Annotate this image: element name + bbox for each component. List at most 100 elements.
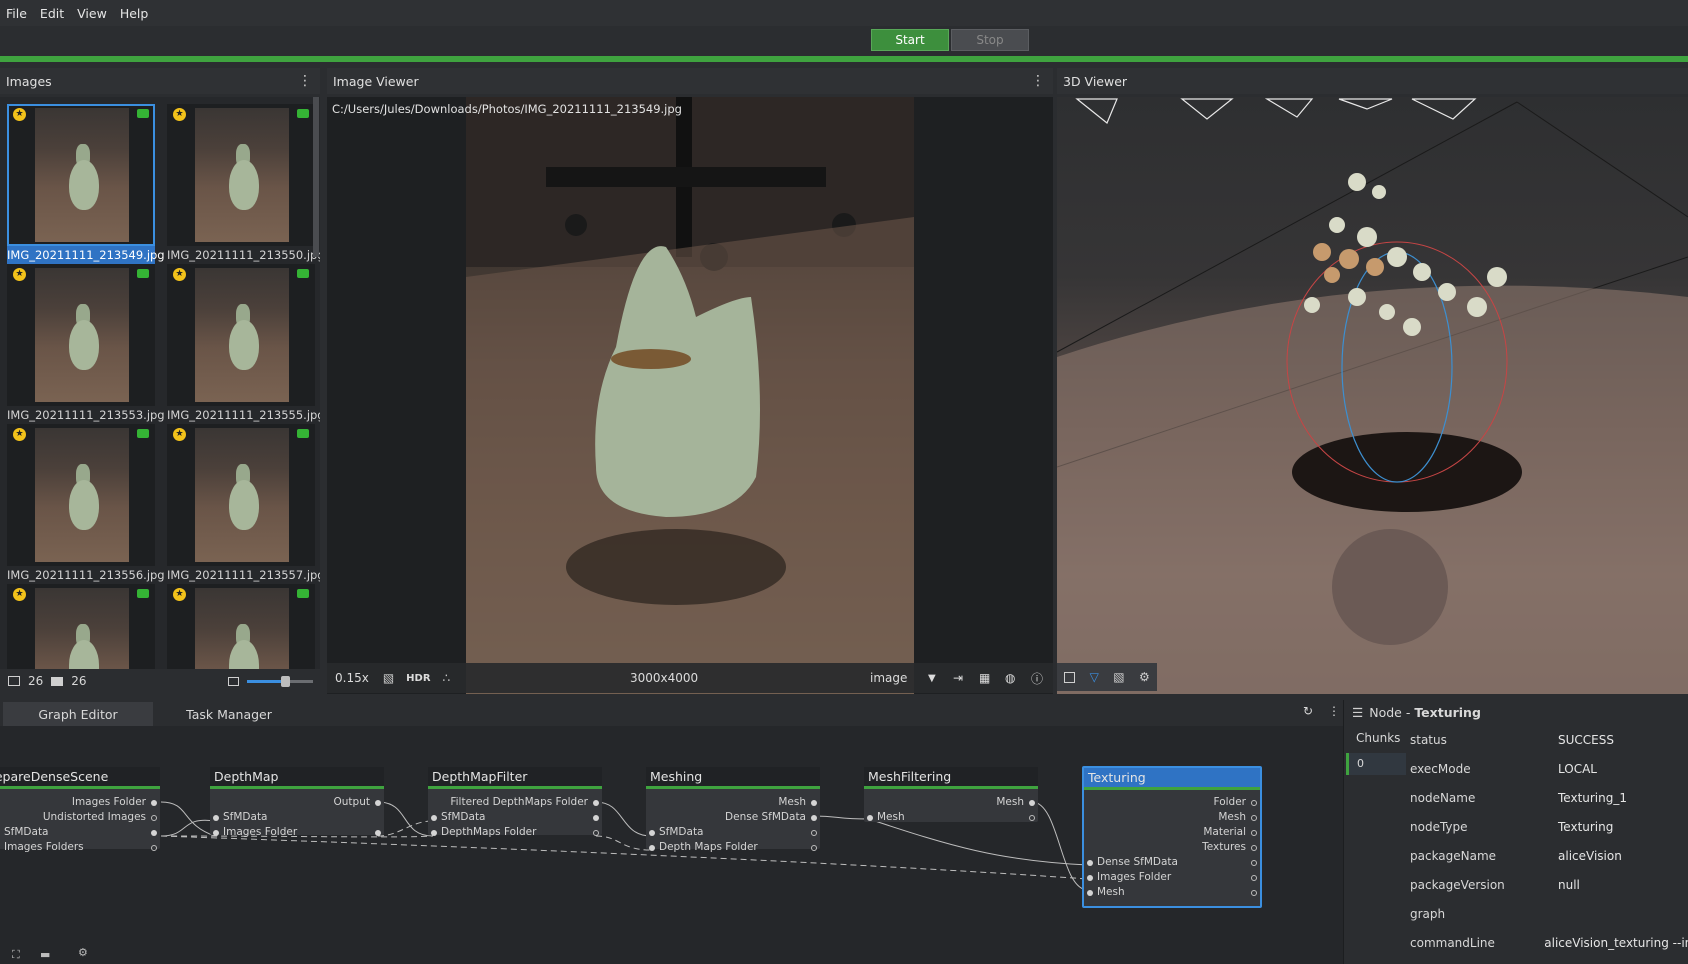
image-viewer[interactable]: C:/Users/Jules/Downloads/Photos/IMG_2021… bbox=[327, 97, 1053, 694]
output-port[interactable] bbox=[593, 815, 599, 821]
image-mode-select[interactable]: image bbox=[870, 671, 907, 685]
bounding-box-icon[interactable] bbox=[1064, 671, 1076, 683]
settings-icon[interactable]: ⚙ bbox=[78, 946, 88, 959]
thumbnail-photo bbox=[195, 268, 289, 402]
viewer3d-toolbar: ▽ ▧ ⚙ bbox=[1057, 663, 1157, 691]
menu-help[interactable]: Help bbox=[120, 6, 149, 21]
hdr-toggle[interactable]: HDR bbox=[406, 673, 430, 684]
image-thumbnail[interactable]: ★ IMG_20211111_213555.jpg bbox=[167, 264, 320, 424]
input-port[interactable] bbox=[1087, 875, 1093, 881]
output-port[interactable] bbox=[151, 800, 157, 806]
input-port[interactable] bbox=[867, 815, 873, 821]
grid-icon[interactable]: ▧ bbox=[1113, 670, 1124, 684]
node-prepare-dense-scene[interactable]: repareDenseScene Images Folder Undistort… bbox=[0, 767, 160, 853]
node-depthmapfilter[interactable]: DepthMapFilter Filtered DepthMaps Folder… bbox=[428, 767, 602, 838]
output-port[interactable] bbox=[1251, 815, 1257, 821]
node-meshing[interactable]: Meshing Mesh Dense SfMData SfMData Depth… bbox=[646, 767, 820, 853]
more-options-icon[interactable]: ⋮ bbox=[1031, 73, 1045, 89]
input-port[interactable] bbox=[1087, 860, 1093, 866]
graph-editor[interactable]: repareDenseScene Images Folder Undistort… bbox=[0, 726, 1343, 964]
start-button[interactable]: Start bbox=[871, 29, 949, 51]
port-label: Images Folder bbox=[1097, 871, 1172, 883]
image-thumbnail[interactable]: ★ IMG_20211111_213557.jpg bbox=[167, 424, 320, 584]
image-viewer-footer: 0.15x ▧ HDR ∴ 3000x4000 image ▼ ⇥ ▦ ◍ ⓘ bbox=[327, 663, 1053, 693]
port-label: SfMData bbox=[4, 826, 49, 838]
output-port[interactable] bbox=[1029, 815, 1035, 821]
output-port[interactable] bbox=[593, 800, 599, 806]
menu-view[interactable]: View bbox=[77, 6, 107, 21]
port-label: Mesh bbox=[778, 796, 806, 808]
slider-handle[interactable] bbox=[281, 676, 290, 687]
images-scrollbar[interactable] bbox=[313, 97, 319, 257]
frustum-icon[interactable]: ▽ bbox=[1090, 670, 1099, 684]
thumbnail-size-slider[interactable] bbox=[247, 676, 313, 687]
input-port[interactable] bbox=[431, 815, 437, 821]
output-port[interactable] bbox=[1251, 845, 1257, 851]
attribute-value[interactable]: Texturing_1 bbox=[1538, 791, 1627, 805]
attribute-value[interactable]: Texturing bbox=[1538, 820, 1613, 834]
node-depthmap[interactable]: DepthMap Output SfMData Images Folder bbox=[210, 767, 384, 838]
more-options-icon[interactable]: ⋮ bbox=[1328, 704, 1340, 718]
settings-icon[interactable]: ⚙ bbox=[1139, 670, 1150, 684]
node-meshfiltering[interactable]: MeshFiltering Mesh Mesh bbox=[864, 767, 1038, 823]
viewer3d-canvas[interactable] bbox=[1057, 97, 1688, 694]
tab-task-manager[interactable]: Task Manager bbox=[155, 702, 303, 726]
input-port[interactable] bbox=[649, 845, 655, 851]
input-port[interactable] bbox=[431, 830, 437, 836]
chevron-down-icon[interactable]: ▼ bbox=[928, 673, 936, 684]
output-port[interactable] bbox=[151, 845, 157, 851]
attribute-value[interactable]: SUCCESS bbox=[1538, 733, 1614, 747]
image-thumbnail[interactable]: ★ IMG_20211111_213556.jpg bbox=[7, 424, 165, 584]
attribute-value[interactable]: LOCAL bbox=[1538, 762, 1597, 776]
input-port[interactable] bbox=[213, 815, 219, 821]
image-thumbnail[interactable]: ★ IMG_20211111_213553.jpg bbox=[7, 264, 165, 424]
attribute-value[interactable]: null bbox=[1538, 878, 1580, 892]
features-icon[interactable]: ∴ bbox=[443, 671, 451, 685]
output-port[interactable] bbox=[1251, 800, 1257, 806]
image-thumbnail[interactable]: ★ bbox=[7, 584, 155, 669]
image-thumbnail[interactable]: ★ bbox=[167, 584, 315, 669]
sequence-icon[interactable]: ⇥ bbox=[953, 671, 963, 685]
input-port[interactable] bbox=[649, 830, 655, 836]
node-texturing[interactable]: Texturing Folder Mesh Material Textures … bbox=[1082, 766, 1262, 908]
image-thumbnail[interactable]: ★ IMG_20211111_213550.jpg bbox=[167, 104, 320, 264]
output-port[interactable] bbox=[811, 815, 817, 821]
refresh-icon[interactable]: ↻ bbox=[1303, 704, 1313, 718]
stop-button[interactable]: Stop bbox=[951, 29, 1029, 51]
output-port[interactable] bbox=[1251, 890, 1257, 896]
layout-icon[interactable]: ▬ bbox=[40, 948, 50, 961]
thumbnail-label: IMG_20211111_213553.jpg bbox=[7, 408, 165, 422]
globe-icon[interactable]: ◍ bbox=[1005, 671, 1015, 685]
output-port[interactable] bbox=[1251, 830, 1257, 836]
more-options-icon[interactable]: ⋮ bbox=[298, 73, 312, 89]
output-port[interactable] bbox=[593, 830, 599, 836]
output-port[interactable] bbox=[375, 830, 381, 836]
hatch-icon[interactable]: ▧ bbox=[383, 671, 394, 685]
output-port[interactable] bbox=[151, 830, 157, 836]
attribute-value[interactable]: aliceVision_texturing --inpu bbox=[1524, 936, 1688, 950]
output-port[interactable] bbox=[1029, 800, 1035, 806]
output-port[interactable] bbox=[811, 800, 817, 806]
viewer-photo[interactable] bbox=[466, 97, 914, 694]
camera-reconstructed-icon bbox=[137, 109, 149, 118]
output-port[interactable] bbox=[1251, 875, 1257, 881]
input-port[interactable] bbox=[213, 830, 219, 836]
output-port[interactable] bbox=[151, 815, 157, 821]
output-port[interactable] bbox=[375, 800, 381, 806]
output-port[interactable] bbox=[811, 845, 817, 851]
input-port[interactable] bbox=[1087, 890, 1093, 896]
attribute-row: graph bbox=[1410, 900, 1688, 928]
attribute-value[interactable]: aliceVision bbox=[1538, 849, 1622, 863]
port-label: Filtered DepthMaps Folder bbox=[450, 796, 588, 808]
image-thumbnail[interactable]: ★ IMG_20211111_213549.jpg bbox=[7, 104, 165, 264]
fit-view-icon[interactable]: ⛶ bbox=[12, 948, 20, 962]
menu-edit[interactable]: Edit bbox=[40, 6, 64, 21]
camera-reconstructed-icon bbox=[297, 429, 309, 438]
output-port[interactable] bbox=[1251, 860, 1257, 866]
output-port[interactable] bbox=[811, 830, 817, 836]
tab-graph-editor[interactable]: Graph Editor bbox=[3, 702, 153, 726]
info-icon[interactable]: ⓘ bbox=[1031, 670, 1043, 687]
chunk-item[interactable]: 0 bbox=[1346, 753, 1406, 775]
menu-file[interactable]: File bbox=[6, 6, 27, 21]
histogram-icon[interactable]: ▦ bbox=[979, 671, 990, 685]
